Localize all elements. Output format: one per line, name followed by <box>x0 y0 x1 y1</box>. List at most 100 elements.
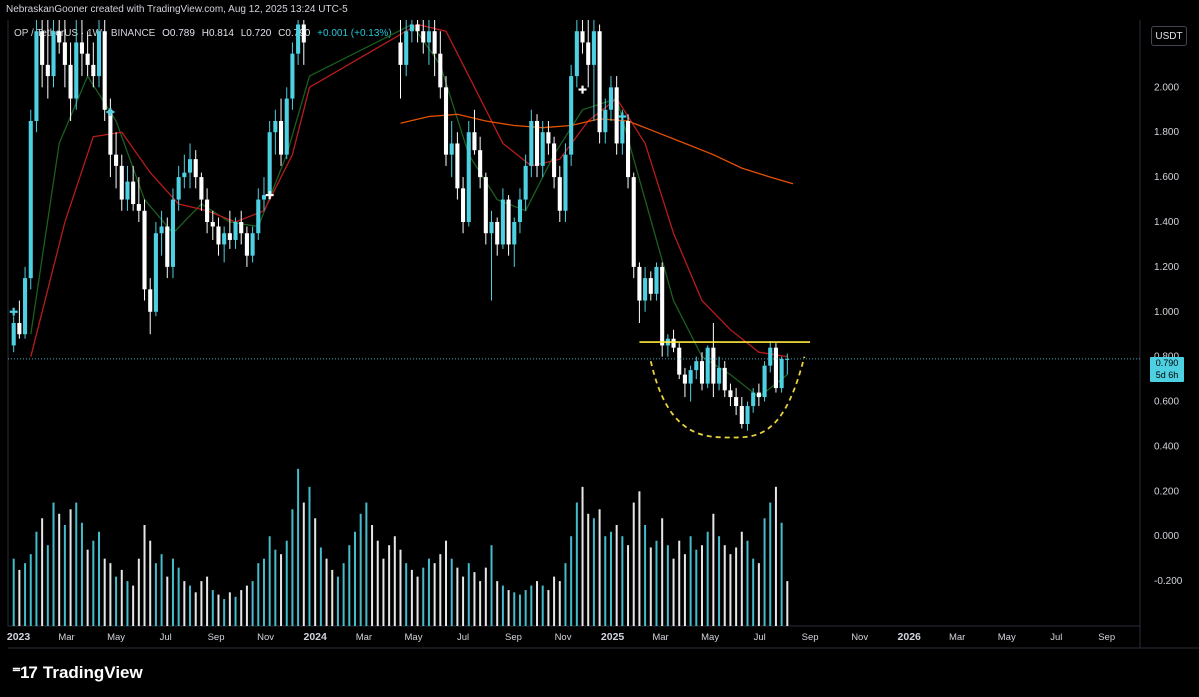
volume-bar <box>160 554 163 626</box>
candle-body <box>233 222 238 240</box>
candle-body <box>57 31 62 43</box>
tradingview-brand[interactable]: ⁼17 TradingView <box>12 663 143 683</box>
x-tick-label: Mar <box>58 632 74 643</box>
volume-bar <box>98 531 101 626</box>
candle-body <box>273 121 278 133</box>
candle-body <box>28 121 33 279</box>
volume-bar <box>18 569 21 626</box>
candle-body <box>711 347 716 384</box>
volume-bar <box>416 576 419 626</box>
volume-bar <box>75 502 78 626</box>
candle-body <box>637 266 642 301</box>
volume-bar <box>35 531 38 626</box>
candle-body <box>131 181 136 205</box>
volume-bar <box>496 581 499 626</box>
candle-body <box>102 31 107 110</box>
candle-body <box>745 406 750 424</box>
volume-bar <box>655 540 658 626</box>
y-tick-label: 0.000 <box>1154 531 1179 542</box>
candle-body <box>91 64 96 77</box>
volume-bar <box>644 525 647 626</box>
x-tick-label: May <box>405 632 423 643</box>
candle-body <box>688 370 693 384</box>
volume-bar <box>604 536 607 626</box>
x-tick-label: May <box>701 632 719 643</box>
y-tick-label: 0.600 <box>1154 397 1179 408</box>
volume-bar <box>774 486 777 626</box>
x-tick-label: Jul <box>457 632 469 643</box>
currency-button[interactable]: USDT <box>1151 26 1187 46</box>
volume-bar <box>683 554 686 626</box>
volume-bar <box>410 569 413 626</box>
candle-body <box>210 222 215 227</box>
candle-body <box>483 177 488 234</box>
volume-bar <box>615 525 618 626</box>
volume-bar <box>200 581 203 626</box>
volume-bar <box>780 522 783 626</box>
candle-body <box>34 31 39 121</box>
candle-body <box>449 143 454 155</box>
volume-bar <box>530 585 533 626</box>
candle-body <box>625 121 631 178</box>
volume-bar <box>365 502 368 626</box>
moving-average-line <box>30 23 788 358</box>
x-tick-label: Nov <box>257 632 274 643</box>
candle-body <box>398 42 403 65</box>
candle-body <box>79 42 84 54</box>
volume-bar <box>69 509 72 626</box>
volume-bar <box>661 518 664 626</box>
y-tick-label: 1.800 <box>1154 127 1179 138</box>
candle-body <box>222 233 227 245</box>
candle-body <box>85 53 90 65</box>
volume-bar <box>388 545 391 626</box>
y-tick-label: 1.000 <box>1154 307 1179 318</box>
volume-bar <box>547 590 550 626</box>
volume-bar <box>149 540 152 626</box>
volume-bar <box>592 518 595 626</box>
candle-body <box>114 154 119 166</box>
volume-bar <box>746 540 749 626</box>
volume-bar <box>769 502 772 626</box>
volume-bar <box>137 558 140 626</box>
candle-body <box>569 76 574 155</box>
volume-bar <box>439 554 442 626</box>
candle-body <box>552 143 557 178</box>
volume-bar <box>621 536 624 626</box>
volume-bar <box>206 576 209 626</box>
candle-body <box>216 226 221 245</box>
volume-bar <box>63 525 66 626</box>
candle-body <box>176 177 181 200</box>
x-tick-label: May <box>998 632 1016 643</box>
candle-body <box>244 233 249 256</box>
candle-body <box>404 31 409 65</box>
volume-bar <box>627 545 630 626</box>
candle-body <box>199 177 204 200</box>
candle-body <box>261 195 267 200</box>
volume-bar <box>541 585 544 626</box>
price-chart[interactable]: 2.2002.0001.8001.6001.4001.2001.0000.800… <box>0 0 1199 697</box>
volume-bar <box>41 518 44 626</box>
candle-body <box>74 42 79 99</box>
volume-bar <box>166 576 169 626</box>
volume-bar <box>712 513 715 626</box>
volume-bar <box>325 558 328 626</box>
volume-bar <box>405 563 408 626</box>
last-price-value: 0.790 <box>1155 358 1179 368</box>
candle-body <box>500 199 505 245</box>
x-tick-label: Sep <box>1098 632 1115 643</box>
x-tick-label: Nov <box>851 632 868 643</box>
x-tick-label: Jul <box>1050 632 1062 643</box>
volume-bar <box>700 545 703 626</box>
x-tick-label: 2024 <box>303 631 327 643</box>
volume-bar <box>763 518 766 626</box>
volume-bar <box>501 585 504 626</box>
volume-bar <box>342 563 345 626</box>
candle-body <box>51 31 56 77</box>
volume-bar <box>58 513 61 626</box>
volume-bar <box>536 581 539 626</box>
candle-body <box>586 42 591 65</box>
volume-bar <box>86 549 89 626</box>
volume-bar <box>672 558 675 626</box>
candle-body <box>762 365 767 398</box>
volume-bar <box>649 547 652 626</box>
